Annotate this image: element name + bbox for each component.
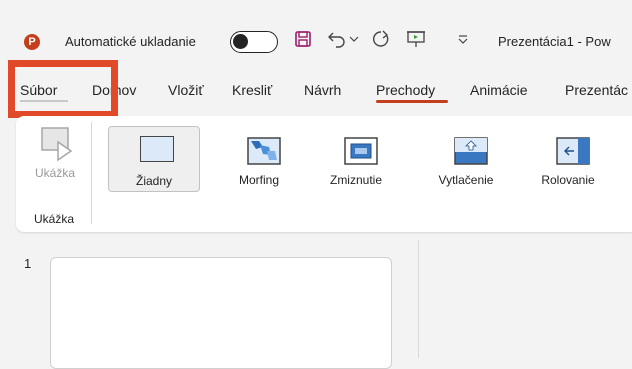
autosave-toggle[interactable] [230, 31, 278, 53]
transition-push[interactable]: Vytlačenie [421, 126, 511, 188]
transition-none[interactable]: Žiadny [108, 126, 200, 192]
preview-label: Ukážka [34, 166, 75, 180]
pane-separator [418, 240, 419, 358]
tab-draw[interactable]: Kresliť [232, 82, 272, 98]
tab-insert[interactable]: Vložiť [168, 82, 204, 98]
transition-label: Žiadny [135, 174, 173, 188]
undo-icon[interactable] [326, 28, 348, 50]
transition-label: Zmiznutie [329, 173, 382, 187]
preview-button[interactable] [24, 124, 86, 196]
tab-transitions[interactable]: Prechody [376, 82, 435, 98]
save-icon[interactable] [292, 28, 314, 50]
preview-icon [41, 127, 73, 162]
active-tab-indicator [376, 100, 448, 103]
autosave-label: Automatické ukladanie [65, 34, 196, 49]
powerpoint-logo-icon: P [24, 34, 40, 50]
group-separator [91, 122, 92, 224]
morph-icon [247, 137, 281, 165]
transition-label: Rolovanie [541, 173, 595, 187]
fade-icon [344, 137, 378, 165]
slide-number: 1 [24, 256, 32, 271]
push-icon [454, 137, 488, 165]
preview-group-label: Ukážka [34, 212, 75, 226]
slide-thumbnail[interactable] [50, 257, 392, 369]
wipe-icon [556, 137, 590, 165]
toggle-knob [233, 34, 248, 49]
tab-design[interactable]: Návrh [304, 82, 341, 98]
transition-morph[interactable]: Morfing [214, 126, 304, 188]
transition-label: Vytlačenie [438, 173, 494, 187]
transition-fade[interactable]: Zmiznutie [311, 126, 401, 188]
customize-toolbar-icon[interactable] [454, 28, 472, 50]
none-thumbnail-icon [140, 136, 174, 162]
transition-wipe[interactable]: Rolovanie [523, 126, 613, 188]
start-slideshow-icon[interactable] [404, 28, 428, 50]
transition-label: Morfing [238, 173, 279, 187]
tab-slideshow[interactable]: Prezentác [565, 82, 628, 98]
undo-dropdown-icon[interactable] [348, 28, 360, 50]
tab-animations[interactable]: Animácie [470, 82, 528, 98]
redo-icon[interactable] [370, 28, 392, 50]
highlight-box [8, 60, 118, 118]
document-title: Prezentácia1 - Pow [498, 34, 611, 49]
